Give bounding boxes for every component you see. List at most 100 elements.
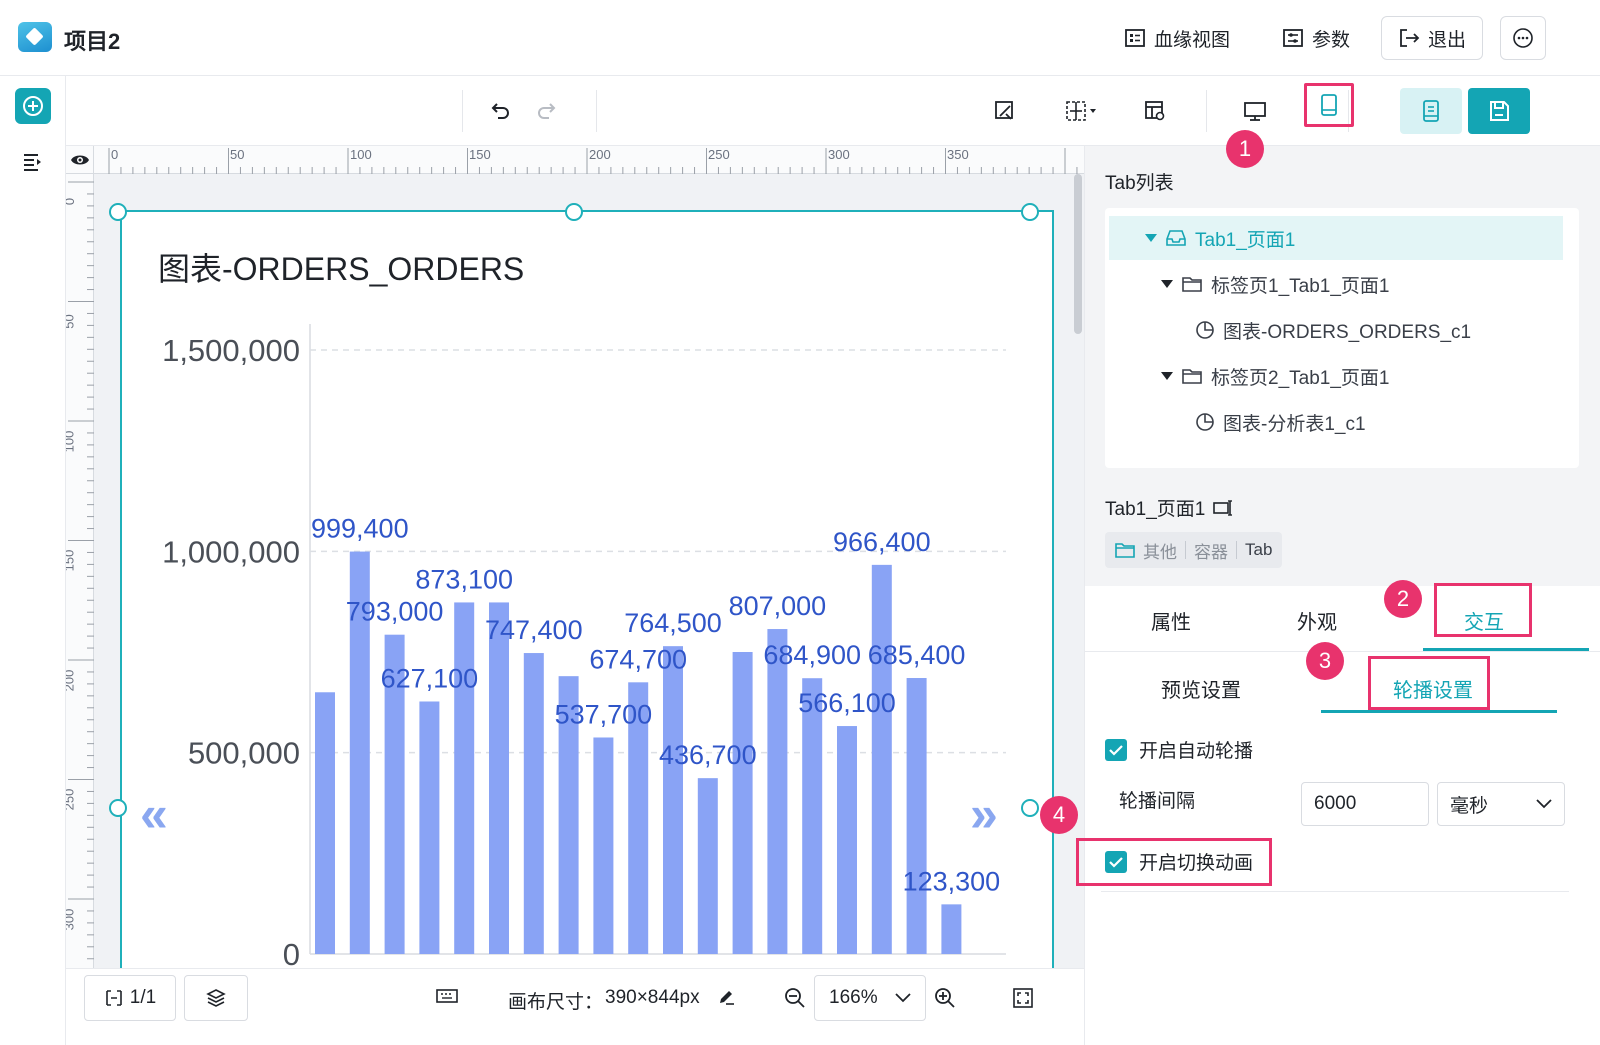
zoom-out-button[interactable] xyxy=(784,987,806,1015)
y-tick-label: 1,000,000 xyxy=(162,534,300,569)
bar[interactable] xyxy=(767,629,788,954)
desktop-view-button[interactable] xyxy=(1240,96,1270,126)
interval-row: 轮播间隔 xyxy=(1119,786,1195,813)
project-title: 项目2 xyxy=(64,29,121,54)
canvas-area[interactable]: 0 50 100 150 200 250 300 350 0 50 100 15… xyxy=(66,146,1084,968)
lineage-icon xyxy=(1125,29,1145,47)
undo-icon xyxy=(491,103,509,119)
params-button[interactable]: 参数 xyxy=(1282,16,1350,60)
auto-carousel-label: 开启自动轮播 xyxy=(1139,741,1254,762)
bar-data-label: 436,700 xyxy=(659,740,757,770)
bar[interactable] xyxy=(837,726,857,954)
tab-properties[interactable]: 属性 xyxy=(1151,606,1191,635)
edit-canvas-size-icon[interactable] xyxy=(716,987,736,1013)
align-dropdown-button[interactable] xyxy=(1062,96,1102,126)
layout-settings-button[interactable] xyxy=(1140,96,1170,126)
bar[interactable] xyxy=(489,602,509,954)
tag-container: 容器 xyxy=(1194,542,1228,562)
more-circle-icon xyxy=(1513,28,1533,48)
zoom-select[interactable]: 166% xyxy=(814,975,926,1021)
interval-unit-select[interactable]: 毫秒 xyxy=(1437,782,1565,826)
bar[interactable] xyxy=(315,692,335,954)
carousel-prev-icon[interactable]: « xyxy=(140,789,168,839)
interval-input[interactable]: 6000 xyxy=(1301,782,1429,826)
tree-item-label: 标签页1_Tab1_页面1 xyxy=(1211,275,1390,297)
resize-handle[interactable] xyxy=(1021,799,1039,817)
left-rail xyxy=(0,76,66,1045)
undo-button[interactable] xyxy=(486,96,516,126)
layers-button[interactable] xyxy=(184,975,248,1021)
save-button[interactable] xyxy=(1468,88,1530,134)
tree-item-chart-analysis[interactable]: 图表-分析表1_c1 xyxy=(1109,400,1563,444)
tree-item-tab-page1[interactable]: 标签页1_Tab1_页面1 xyxy=(1109,262,1563,306)
fullscreen-button[interactable] xyxy=(1012,987,1034,1015)
folder-icon xyxy=(1182,277,1202,292)
lineage-view-button[interactable]: 血缘视图 xyxy=(1124,16,1230,60)
component-name-label: Tab1_页面1 xyxy=(1105,499,1206,520)
keyboard-shortcuts-button[interactable] xyxy=(436,987,458,1011)
more-options-button[interactable] xyxy=(1500,16,1546,60)
mobile-view-button[interactable] xyxy=(1304,83,1354,127)
caret-down-icon[interactable] xyxy=(1145,234,1157,242)
carousel-next-icon[interactable]: » xyxy=(970,789,998,839)
tree-item-tab1-page1[interactable]: Tab1_页面1 xyxy=(1109,216,1563,260)
resize-handle[interactable] xyxy=(1021,203,1039,221)
fullscreen-icon xyxy=(1013,988,1033,1008)
bar[interactable] xyxy=(523,653,544,954)
resize-handle[interactable] xyxy=(565,203,583,221)
bar[interactable] xyxy=(871,564,892,954)
resize-handle[interactable] xyxy=(109,799,127,817)
caret-down-icon[interactable] xyxy=(1161,372,1173,380)
subtab-preview-settings[interactable]: 预览设置 xyxy=(1161,674,1241,703)
bar-data-label: 674,700 xyxy=(589,644,687,674)
zoom-in-button[interactable] xyxy=(934,987,956,1015)
mobile-icon xyxy=(1321,94,1337,116)
highlight-box-animation-option xyxy=(1076,838,1272,886)
tree-item-tab-page2[interactable]: 标签页2_Tab1_页面1 xyxy=(1109,354,1563,398)
tree-item-chart-orders[interactable]: 图表-ORDERS_ORDERS_c1 xyxy=(1109,308,1563,352)
auto-carousel-checkbox[interactable] xyxy=(1105,738,1127,761)
redo-button[interactable] xyxy=(531,96,561,126)
bar[interactable] xyxy=(802,678,823,954)
component-tags: 其他 容器 Tab xyxy=(1105,532,1283,568)
page-count-button[interactable]: 1/1 xyxy=(84,975,176,1021)
exit-button[interactable]: 退出 xyxy=(1381,16,1484,60)
save-icon xyxy=(1490,101,1509,121)
page-fit-icon xyxy=(105,990,122,1006)
folder-icon xyxy=(1115,543,1135,558)
resize-handle[interactable] xyxy=(109,203,127,221)
exit-icon xyxy=(1400,29,1420,47)
desktop-icon xyxy=(1244,102,1266,121)
canvas-size-info: 画布尺寸： 390×844px xyxy=(508,987,700,1014)
bar[interactable] xyxy=(593,737,614,954)
redo-icon xyxy=(538,103,556,119)
tag-separator xyxy=(1185,541,1186,559)
annotation-badge: 1 xyxy=(1226,130,1264,168)
bar-data-label: 764,500 xyxy=(624,608,722,638)
brush-clear-icon xyxy=(995,101,1013,120)
highlight-box-interaction-tab xyxy=(1434,583,1532,637)
bar[interactable] xyxy=(941,904,962,954)
bar[interactable] xyxy=(906,678,927,954)
params-label: 参数 xyxy=(1312,29,1351,51)
bar[interactable] xyxy=(732,652,753,954)
active-tab-indicator xyxy=(1423,648,1589,651)
app-logo-icon xyxy=(18,22,52,52)
tree-item-label: 标签页2_Tab1_页面1 xyxy=(1211,367,1390,389)
tag-tab: Tab xyxy=(1245,540,1273,559)
rename-icon[interactable] xyxy=(1213,499,1235,517)
caret-down-icon[interactable] xyxy=(1161,280,1173,288)
canvas-size-value: 390×844px xyxy=(605,987,700,1008)
auto-carousel-option[interactable]: 开启自动轮播 xyxy=(1105,736,1253,763)
outline-toggle-icon[interactable] xyxy=(22,152,44,177)
bar[interactable] xyxy=(419,701,440,954)
preview-button[interactable] xyxy=(1400,88,1462,134)
tab-appearance[interactable]: 外观 xyxy=(1297,606,1337,635)
clear-format-button[interactable] xyxy=(990,96,1020,126)
add-component-button[interactable] xyxy=(15,88,51,124)
bar[interactable] xyxy=(454,602,475,954)
bar[interactable] xyxy=(697,778,718,954)
bar-data-label: 684,900 xyxy=(763,640,861,670)
lineage-view-label: 血缘视图 xyxy=(1154,29,1231,51)
bar[interactable] xyxy=(663,646,683,954)
